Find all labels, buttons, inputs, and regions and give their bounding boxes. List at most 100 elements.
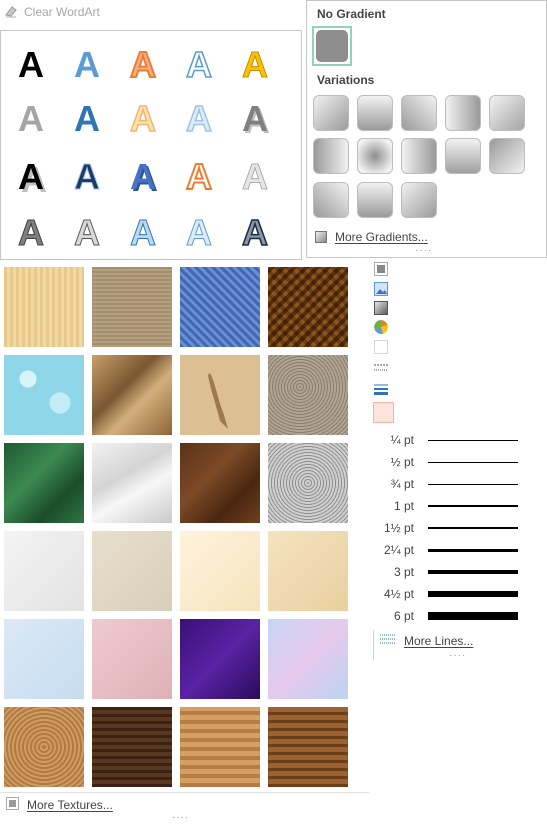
weight-option[interactable]: ¾ pt <box>370 473 520 495</box>
wordart-style[interactable]: A <box>179 155 219 199</box>
picture-fill-icon[interactable] <box>374 282 388 296</box>
clear-wordart-label: Clear WordArt <box>24 5 100 19</box>
wordart-style[interactable]: A <box>67 211 107 255</box>
more-textures-link[interactable]: More Textures... <box>6 797 113 813</box>
more-lines-label: More Lines... <box>404 633 474 648</box>
texture-sand[interactable] <box>268 355 348 435</box>
texture-water-droplets[interactable] <box>4 355 84 435</box>
resize-grip[interactable]: ···· <box>449 650 466 661</box>
color-wheel-icon[interactable] <box>374 320 388 334</box>
texture-icon <box>6 797 19 813</box>
weight-sample <box>428 527 518 529</box>
texture-fish-fossil[interactable] <box>180 355 260 435</box>
wordart-style[interactable]: A <box>235 211 275 255</box>
pattern-fill-icon[interactable] <box>374 262 388 276</box>
wordart-style[interactable]: A <box>179 211 219 255</box>
dashes-icon[interactable] <box>374 361 388 375</box>
weight-option[interactable]: 2¼ pt <box>370 539 520 561</box>
texture-parchment[interactable] <box>180 531 260 611</box>
selected-weight-highlight <box>373 402 394 423</box>
gradient-panel: No Gradient Variations More Gradients...… <box>306 0 547 258</box>
wordart-style[interactable]: A <box>123 43 163 87</box>
more-gradients-label: More Gradients... <box>335 230 428 244</box>
texture-pink-tissue[interactable] <box>92 619 172 699</box>
texture-walnut[interactable] <box>92 707 172 787</box>
gradient-variation[interactable] <box>401 138 437 174</box>
wordart-style[interactable]: A <box>11 211 51 255</box>
texture-green-marble[interactable] <box>4 443 84 523</box>
wordart-style[interactable]: A <box>11 155 51 199</box>
gradient-variation[interactable] <box>357 138 393 174</box>
divider <box>373 630 374 660</box>
weight-sample <box>428 591 518 597</box>
wordart-style[interactable]: A <box>235 155 275 199</box>
gradient-variation[interactable] <box>401 95 437 131</box>
gradient-fill-icon[interactable] <box>374 301 388 315</box>
gradient-variation[interactable] <box>313 95 349 131</box>
texture-canvas[interactable] <box>92 267 172 347</box>
gradient-variation[interactable] <box>313 138 349 174</box>
wordart-style[interactable]: A <box>179 97 219 141</box>
texture-newsprint[interactable] <box>4 531 84 611</box>
texture-cork[interactable] <box>4 707 84 787</box>
wordart-style[interactable]: A <box>123 155 163 199</box>
wordart-style[interactable]: A <box>235 97 275 141</box>
divider <box>0 792 369 793</box>
texture-purple-mesh[interactable] <box>180 619 260 699</box>
gradient-variation[interactable] <box>445 95 481 131</box>
line-weight-icon[interactable] <box>374 382 388 396</box>
texture-stationery[interactable] <box>268 531 348 611</box>
wordart-style[interactable]: A <box>67 155 107 199</box>
texture-brown-marble[interactable] <box>180 443 260 523</box>
gradient-variation[interactable] <box>445 138 481 174</box>
resize-grip[interactable]: ···· <box>415 245 432 256</box>
texture-woven-mat[interactable] <box>268 267 348 347</box>
wordart-style[interactable]: A <box>123 97 163 141</box>
texture-granite[interactable] <box>268 443 348 523</box>
texture-denim[interactable] <box>180 267 260 347</box>
texture-medium-wood[interactable] <box>268 707 348 787</box>
more-lines-link[interactable]: More Lines... <box>380 633 473 648</box>
texture-paper-bag[interactable] <box>92 355 172 435</box>
texture-recycled-paper[interactable] <box>92 531 172 611</box>
eraser-icon <box>4 4 18 21</box>
weight-option[interactable]: 1 pt <box>370 495 520 517</box>
weight-option[interactable]: 3 pt <box>370 561 520 583</box>
gradient-variation[interactable] <box>401 182 437 218</box>
wordart-style[interactable]: A <box>67 97 107 141</box>
wordart-gallery: A A A A A A A A A A A A A A A A A A A A <box>0 30 302 260</box>
wordart-style[interactable]: A <box>179 43 219 87</box>
wordart-style[interactable]: A <box>11 97 51 141</box>
wordart-style[interactable]: A <box>235 43 275 87</box>
no-gradient-swatch[interactable] <box>312 26 352 66</box>
weight-sample <box>428 483 518 485</box>
gradient-variation[interactable] <box>489 95 525 131</box>
weight-option[interactable]: ¼ pt <box>370 429 520 451</box>
gradient-variation[interactable] <box>489 138 525 174</box>
texture-white-marble[interactable] <box>92 443 172 523</box>
wordart-style[interactable]: A <box>67 43 107 87</box>
weight-option[interactable]: ½ pt <box>370 451 520 473</box>
lines-icon <box>380 633 396 648</box>
weight-option[interactable]: 4½ pt <box>370 583 520 605</box>
weight-label: ¾ pt <box>390 477 414 491</box>
weight-sample <box>428 461 518 463</box>
resize-grip[interactable]: ···· <box>172 812 189 823</box>
no-fill-icon[interactable] <box>374 340 388 354</box>
more-gradients-link[interactable]: More Gradients... <box>315 230 428 244</box>
variations-title: Variations <box>317 73 375 87</box>
weight-label: 1½ pt <box>383 521 414 535</box>
gradient-variation[interactable] <box>357 182 393 218</box>
texture-blue-tissue[interactable] <box>4 619 84 699</box>
texture-bouquet[interactable] <box>268 619 348 699</box>
weight-option[interactable]: 1½ pt <box>370 517 520 539</box>
wordart-style[interactable]: A <box>11 43 51 87</box>
gradient-variation[interactable] <box>313 182 349 218</box>
clear-wordart-button[interactable]: Clear WordArt <box>4 3 100 21</box>
gradient-variation[interactable] <box>357 95 393 131</box>
weight-option[interactable]: 6 pt <box>370 605 520 627</box>
texture-oak[interactable] <box>180 707 260 787</box>
weight-label: 3 pt <box>393 565 414 579</box>
texture-papyrus[interactable] <box>4 267 84 347</box>
wordart-style[interactable]: A <box>123 211 163 255</box>
